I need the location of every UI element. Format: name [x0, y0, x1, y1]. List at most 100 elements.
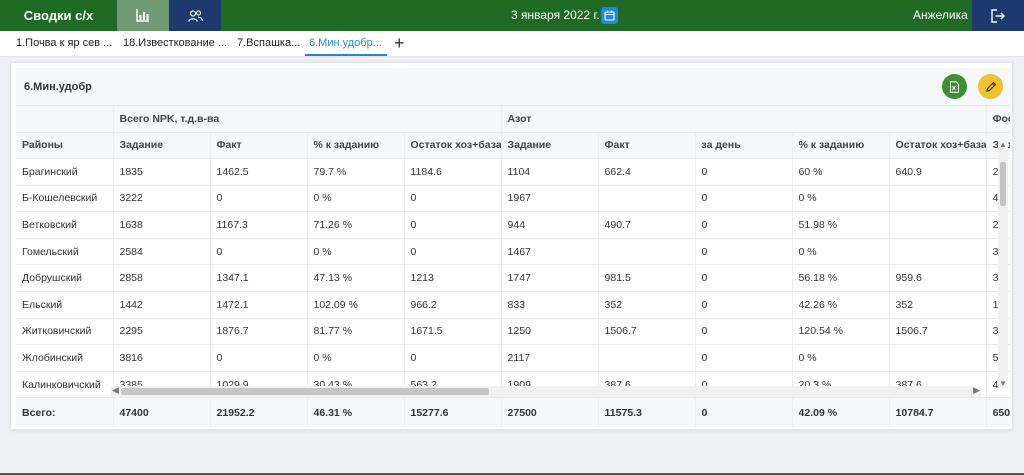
value-cell: 3222 [113, 185, 211, 213]
total-value-cell: 42.09 % [792, 397, 890, 427]
col-header[interactable]: Остаток хоз+база [404, 132, 502, 160]
current-date: 3 января 2022 г. [511, 8, 600, 22]
value-cell: 1442 [113, 291, 211, 319]
tab-plowing[interactable]: 7.Вспашка... [233, 31, 303, 56]
value-cell: 120.54 % [792, 318, 890, 346]
scroll-down-icon[interactable]: ▼ [999, 379, 1007, 388]
col-header[interactable]: Факт [598, 132, 696, 160]
scroll-right-icon[interactable]: ▶ [973, 385, 980, 396]
calendar-button[interactable] [601, 7, 618, 24]
logout-icon [991, 8, 1005, 23]
value-cell: 51.98 % [792, 211, 890, 239]
col-header[interactable]: Остаток хоз+база [889, 132, 987, 160]
col-header[interactable]: % к заданию [792, 132, 890, 160]
district-cell: Ветковский [16, 211, 114, 239]
nav-users-button[interactable] [169, 0, 221, 31]
value-cell: 352 [598, 291, 696, 319]
value-cell [889, 344, 987, 372]
value-cell: 79.7 % [307, 158, 405, 186]
user-name[interactable]: Анжелика [913, 0, 968, 31]
district-cell: Брагинский [16, 158, 114, 186]
value-cell: 966.2 [404, 291, 502, 319]
value-cell: 2858 [113, 264, 211, 293]
vertical-scroll-thumb[interactable] [1000, 162, 1006, 206]
group-header-fos: Фос [986, 106, 1010, 133]
table-row[interactable]: Житковичский 2295 1876.7 81.77 % 1671.5 1250 1… [16, 318, 1010, 346]
tabs-bar: 1.Почва к яр сев ... 18.Известкование ..… [0, 31, 1024, 57]
district-cell: Гомельский [16, 238, 114, 266]
col-header-rayon[interactable]: Районы [16, 132, 114, 160]
edit-button[interactable] [978, 74, 1003, 99]
total-value-cell: 0 [695, 397, 793, 427]
group-header-npk: Всего NPK, т.д.в-ва [113, 106, 502, 133]
value-cell: 0 [210, 238, 308, 266]
value-cell: 102.09 % [307, 291, 405, 319]
bar-chart-icon [136, 9, 149, 22]
value-cell: 0 [404, 211, 502, 239]
vertical-scrollbar[interactable]: ▲ ▼ [998, 140, 1008, 388]
horizontal-scrollbar[interactable]: ◀ ▶ [111, 385, 981, 397]
scroll-up-icon[interactable]: ▲ [999, 140, 1007, 149]
table-row[interactable]: Гомельский258400 %0146700 %38 [16, 238, 1010, 266]
value-cell: 662.4 [598, 158, 696, 186]
data-table-container: Всего NPK, т.д.в-ва Азот Фос Районы Зада… [16, 106, 1010, 427]
nav-reports-button[interactable] [117, 0, 169, 31]
value-cell: 0 [695, 158, 793, 186]
value-cell: 1506.7 [598, 318, 696, 346]
table-row[interactable]: Брагинский 1835 1462.5 79.7 % 1184.6 1104 662.… [16, 158, 1010, 186]
value-cell: 42.26 % [792, 291, 890, 319]
value-cell: 2117 [501, 344, 599, 372]
col-header[interactable]: % к заданию [307, 132, 405, 160]
value-cell: 1167.3 [210, 211, 308, 239]
table-row[interactable]: Ветковский 1638 1167.3 71.26 % 0 944 490.7 0 51.… [16, 211, 1010, 239]
value-cell [598, 344, 696, 372]
report-card: 6.Мин.удобр Всего NPK, т.д.в-ва Азот Фо … [10, 62, 1013, 430]
value-cell: 1967 [501, 185, 599, 213]
tab-soil[interactable]: 1.Почва к яр сев ... [12, 31, 116, 56]
col-header[interactable]: Задание [113, 132, 211, 160]
value-cell: 71.26 % [307, 211, 405, 239]
value-cell [598, 185, 696, 213]
scroll-left-icon[interactable]: ◀ [112, 385, 119, 396]
tab-liming[interactable]: 18.Известкование ... [119, 31, 229, 56]
value-cell: 1467 [501, 238, 599, 266]
value-cell: 1347.1 [210, 264, 308, 293]
col-header[interactable]: Задание [501, 132, 599, 160]
app-title[interactable]: Сводки с/х [0, 0, 117, 31]
tab-fertilizers[interactable]: 6.Мин.удобр... [305, 31, 387, 56]
value-cell: 944 [501, 211, 599, 239]
table-row[interactable]: Б-Кошелевский322200 %0196700 %44 [16, 185, 1010, 213]
district-cell: Ельский [16, 291, 114, 319]
value-cell: 0 [695, 264, 793, 293]
value-cell: 1876.7 [210, 318, 308, 346]
table-row[interactable]: Ельский 1442 1472.1 102.09 % 966.2 833 352 0 42.… [16, 291, 1010, 319]
top-bar: Сводки с/х 3 января 2022 г. Анжелика [0, 0, 1024, 31]
data-table: Всего NPK, т.д.в-ва Азот Фос Районы Зада… [16, 106, 1010, 427]
value-cell: 1184.6 [404, 158, 502, 186]
value-cell: 2584 [113, 238, 211, 266]
total-value-cell: 47400 [113, 397, 211, 427]
total-value-cell: 15277.6 [404, 397, 502, 427]
total-value-cell: 10784.7 [889, 397, 987, 427]
calendar-icon [604, 10, 615, 21]
value-cell: 1472.1 [210, 291, 308, 319]
value-cell: 352 [889, 291, 987, 319]
add-tab-button[interactable]: + [394, 33, 405, 53]
district-cell: Житковичский [16, 318, 114, 346]
logout-button[interactable] [972, 0, 1024, 31]
horizontal-scroll-thumb[interactable] [121, 388, 489, 395]
value-cell: 0 [404, 238, 502, 266]
table-row[interactable]: Жлобинский381600 %0211700 %55 [16, 344, 1010, 372]
header-empty [16, 106, 114, 133]
value-cell: 0 [695, 238, 793, 266]
export-excel-button[interactable] [942, 74, 967, 99]
group-header-azot: Азот [501, 106, 987, 133]
table-row[interactable]: Добрушский 2858 1347.1 47.13 % 1213 1747 981.5… [16, 264, 1010, 293]
value-cell: 56.18 % [792, 264, 890, 293]
col-header[interactable]: за день [695, 132, 793, 160]
value-cell [598, 238, 696, 266]
total-row: Всего: 47400 21952.2 46.31 % 15277.6 27500 115… [16, 397, 1010, 427]
value-cell: 0 [404, 185, 502, 213]
col-header[interactable]: Факт [210, 132, 308, 160]
value-cell [889, 211, 987, 239]
